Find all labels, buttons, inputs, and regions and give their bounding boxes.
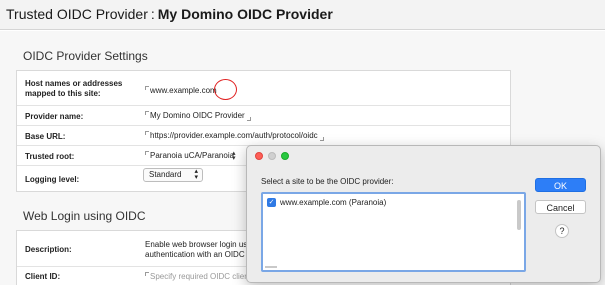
- trusted-root-field[interactable]: Paranoia uCA/Paranoia: [145, 151, 234, 161]
- field-start-marker: [145, 272, 149, 276]
- row-provider-name: Provider name: My Domino OIDC Provider: [17, 106, 510, 126]
- dialog-titlebar: [247, 146, 600, 166]
- field-start-marker: [145, 111, 149, 115]
- title-separator: :: [150, 6, 155, 22]
- provider-name-title: My Domino OIDC Provider: [157, 6, 333, 22]
- logging-level-value: Standard: [149, 170, 182, 179]
- client-id-field[interactable]: Specify required OIDC client I: [145, 272, 255, 282]
- help-button[interactable]: ?: [555, 224, 569, 238]
- base-url-label: Base URL:: [25, 132, 66, 141]
- field-start-marker: [145, 131, 149, 135]
- maximize-window-icon[interactable]: [281, 152, 289, 160]
- trusted-root-select-arrows-icon[interactable]: ▴ ▾: [232, 150, 236, 162]
- list-horizontal-scrollbar[interactable]: [265, 266, 277, 268]
- cancel-button[interactable]: Cancel: [535, 200, 586, 214]
- description-label: Description:: [25, 245, 72, 254]
- description-line2: authentication with an OIDC pr: [145, 250, 254, 259]
- field-start-marker: [145, 86, 149, 90]
- highlight-circle: [214, 79, 237, 100]
- host-names-label: Host names or addresses mapped to this s…: [25, 79, 122, 99]
- provider-name-value: My Domino OIDC Provider: [150, 111, 245, 120]
- trusted-root-value: Paranoia uCA/Paranoia: [150, 151, 235, 160]
- select-site-dialog: Select a site to be the OIDC provider: ✓…: [246, 145, 601, 283]
- client-id-label: Client ID:: [25, 272, 61, 281]
- row-base-url: Base URL: https://provider.example.com/a…: [17, 126, 510, 146]
- base-url-field[interactable]: https://provider.example.com/auth/protoc…: [145, 131, 324, 141]
- host-names-value: www.example.com: [150, 86, 217, 95]
- description-line1: Enable web browser login using: [145, 240, 258, 249]
- host-names-label-line2: mapped to this site:: [25, 89, 101, 98]
- trusted-root-label: Trusted root:: [25, 152, 75, 161]
- list-scrollbar[interactable]: [517, 200, 521, 230]
- field-end-marker: [319, 137, 324, 141]
- web-login-heading: Web Login using OIDC: [23, 209, 146, 223]
- field-end-marker: [246, 117, 251, 121]
- page-header: Trusted OIDC Provider: My Domino OIDC Pro…: [0, 0, 605, 30]
- minimize-window-icon[interactable]: [268, 152, 276, 160]
- provider-name-field[interactable]: My Domino OIDC Provider: [145, 111, 251, 121]
- close-window-icon[interactable]: [255, 152, 263, 160]
- dialog-prompt: Select a site to be the OIDC provider:: [261, 177, 394, 186]
- client-id-placeholder: Specify required OIDC client I: [150, 272, 256, 281]
- field-start-marker: [145, 151, 149, 155]
- checkmark-icon[interactable]: ✓: [267, 198, 276, 207]
- description-text: Enable web browser login using authentic…: [145, 240, 258, 260]
- page-title: Trusted OIDC Provider: My Domino OIDC Pro…: [6, 6, 333, 22]
- base-url-value: https://provider.example.com/auth/protoc…: [150, 131, 318, 140]
- site-list-item[interactable]: ✓ www.example.com (Paranoia): [267, 198, 386, 207]
- chevron-updown-icon: ▴ ▾: [194, 168, 198, 181]
- title-prefix: Trusted OIDC Provider: [6, 6, 148, 22]
- host-names-label-line1: Host names or addresses: [25, 79, 123, 88]
- host-names-field[interactable]: www.example.com: [145, 86, 217, 96]
- site-list[interactable]: ✓ www.example.com (Paranoia): [261, 192, 526, 272]
- logging-level-select[interactable]: Standard ▴ ▾: [143, 168, 203, 182]
- settings-heading: OIDC Provider Settings: [23, 49, 148, 63]
- logging-level-label: Logging level:: [25, 175, 80, 184]
- ok-button[interactable]: OK: [535, 178, 586, 192]
- row-host-names: Host names or addresses mapped to this s…: [17, 71, 510, 106]
- site-label: www.example.com (Paranoia): [280, 198, 387, 207]
- provider-name-label: Provider name:: [25, 112, 84, 121]
